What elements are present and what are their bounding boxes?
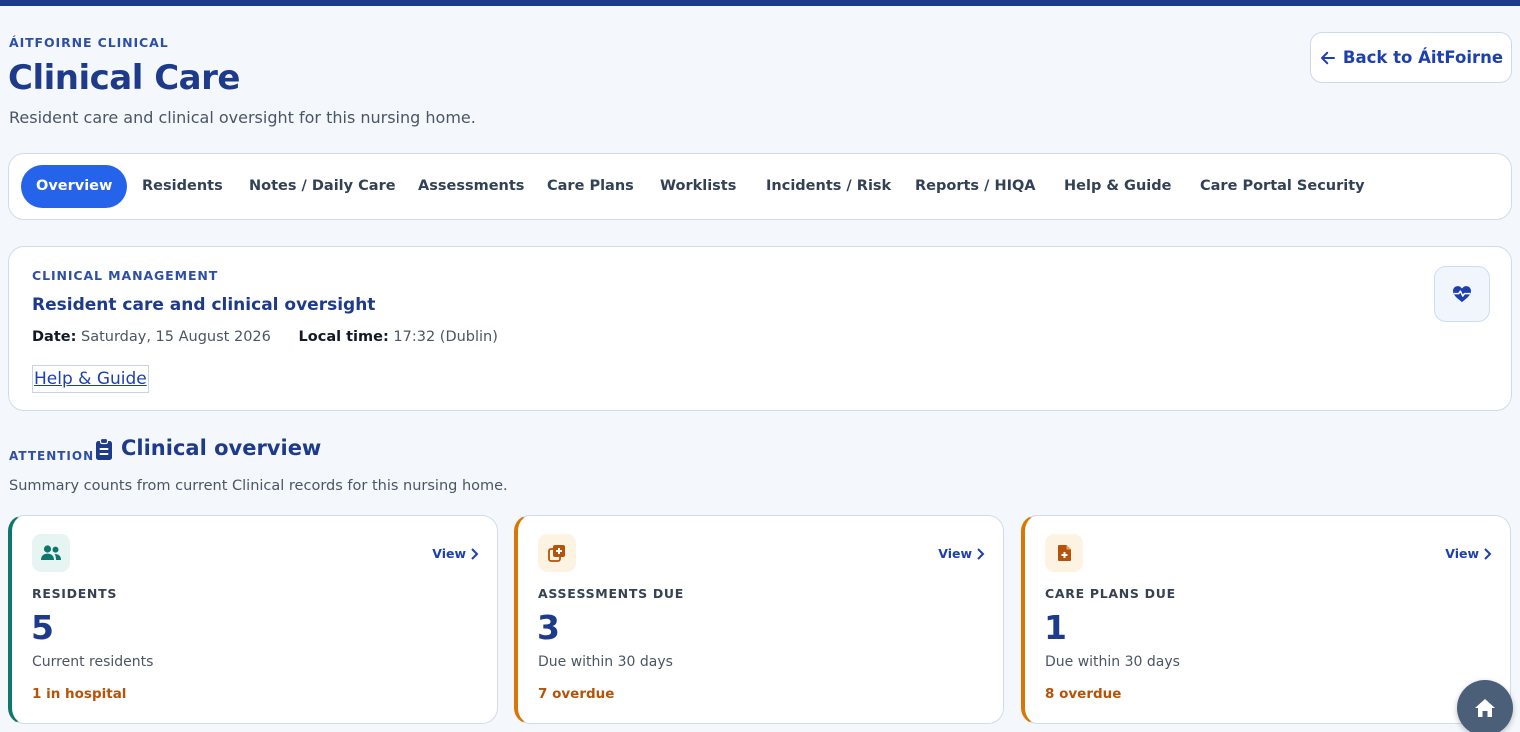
tab-notes-daily-care[interactable]: Notes / Daily Care (249, 165, 396, 208)
tab-help-guide[interactable]: Help & Guide (1064, 165, 1171, 208)
management-eyebrow: CLINICAL MANAGEMENT (32, 268, 219, 283)
back-button-label: Back to ÁitFoirne (1342, 48, 1504, 67)
file-medical-icon (1057, 545, 1071, 561)
clinical-overview-title: Clinical overview (121, 436, 322, 460)
assessments-due-card: View ASSESSMENTS DUE 3 Due within 30 day… (514, 515, 1004, 724)
care-plans-due-label: CARE PLANS DUE (1045, 586, 1176, 601)
residents-icon-box (32, 534, 70, 572)
residents-view-link[interactable]: View (432, 546, 479, 561)
residents-card: View RESIDENTS 5 Current residents 1 in … (8, 515, 498, 724)
medical-copy-icon (548, 545, 565, 562)
attention-eyebrow: ATTENTION (9, 449, 95, 463)
date-label: Date: (32, 329, 77, 345)
tab-care-portal-security[interactable]: Care Portal Security (1200, 165, 1365, 208)
page-title: Clinical Care (8, 58, 240, 98)
residents-description: Current residents (32, 654, 154, 670)
management-meta: Date: Saturday, 15 August 2026 Local tim… (32, 329, 498, 345)
tab-assessments[interactable]: Assessments (418, 165, 524, 208)
tab-care-plans[interactable]: Care Plans (547, 165, 634, 208)
home-icon (1475, 699, 1495, 717)
tab-bar: Overview Residents Notes / Daily Care As… (8, 153, 1512, 220)
users-icon (41, 545, 61, 560)
arrow-left-icon (1320, 51, 1335, 64)
care-plans-icon-box (1045, 534, 1083, 572)
assessments-icon-box (538, 534, 576, 572)
time-value: 17:32 (Dublin) (393, 329, 498, 345)
brand-eyebrow: ÁITFOIRNE CLINICAL (9, 35, 169, 50)
back-button[interactable]: Back to ÁitFoirne (1310, 32, 1512, 83)
clipboard-icon (96, 438, 112, 460)
assessments-view-link[interactable]: View (938, 546, 985, 561)
residents-count: 5 (31, 608, 54, 647)
care-plans-overdue-note: 8 overdue (1045, 686, 1122, 702)
residents-note: 1 in hospital (32, 686, 127, 702)
tab-worklists[interactable]: Worklists (660, 165, 736, 208)
tab-overview[interactable]: Overview (21, 165, 128, 208)
time-label: Local time: (298, 329, 389, 345)
tab-reports-hiqa[interactable]: Reports / HIQA (915, 165, 1036, 208)
heart-pulse-icon (1453, 286, 1471, 303)
top-accent-bar (0, 0, 1520, 6)
care-plans-due-count: 1 (1044, 608, 1067, 647)
clinical-overview-subtitle: Summary counts from current Clinical rec… (9, 478, 508, 494)
home-button[interactable] (1457, 680, 1513, 732)
assessments-due-description: Due within 30 days (538, 654, 673, 670)
care-plans-view-link[interactable]: View (1445, 546, 1492, 561)
heart-pulse-button[interactable] (1434, 266, 1490, 322)
chevron-right-icon (1484, 547, 1492, 560)
tab-residents[interactable]: Residents (142, 165, 223, 208)
help-guide-link[interactable]: Help & Guide (32, 365, 149, 393)
assessments-due-count: 3 (537, 608, 560, 647)
care-plans-due-card: View CARE PLANS DUE 1 Due within 30 days… (1021, 515, 1511, 724)
assessments-view-label: View (938, 546, 972, 561)
chevron-right-icon (471, 547, 479, 560)
tab-incidents-risk[interactable]: Incidents / Risk (766, 165, 891, 208)
assessments-overdue-note: 7 overdue (538, 686, 615, 702)
care-plans-view-label: View (1445, 546, 1479, 561)
chevron-right-icon (977, 547, 985, 560)
residents-label: RESIDENTS (32, 586, 118, 601)
care-plans-due-description: Due within 30 days (1045, 654, 1180, 670)
date-value: Saturday, 15 August 2026 (81, 329, 271, 345)
assessments-due-label: ASSESSMENTS DUE (538, 586, 684, 601)
page-subtitle: Resident care and clinical oversight for… (9, 108, 476, 127)
residents-view-label: View (432, 546, 466, 561)
management-title: Resident care and clinical oversight (32, 295, 376, 315)
clinical-management-card: CLINICAL MANAGEMENT Resident care and cl… (8, 246, 1512, 411)
